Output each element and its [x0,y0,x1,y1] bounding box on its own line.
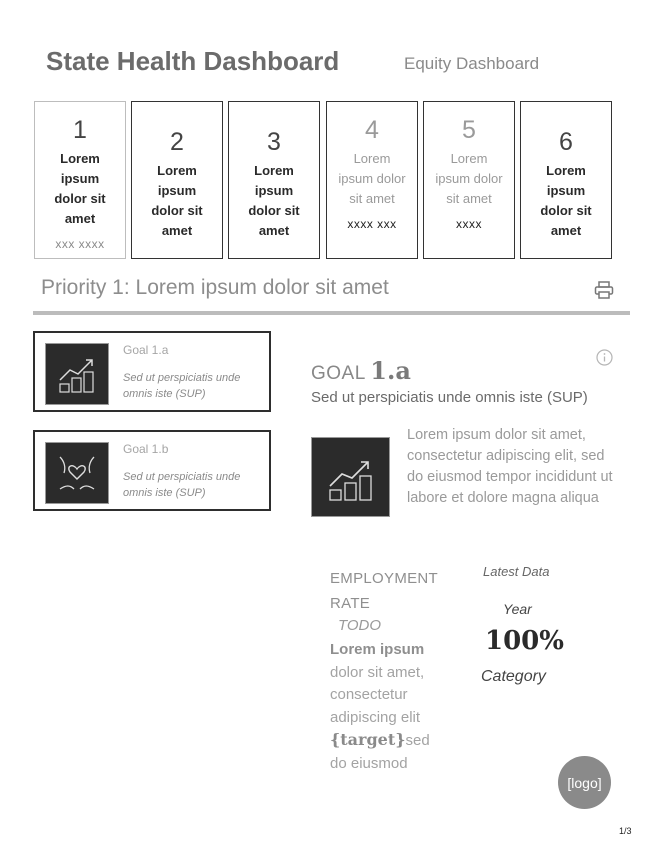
priority-label: Lorem ipsum dolor sit amet [151,163,203,238]
goal-heading: GOAL 1.a [311,356,411,385]
goal-detail-description: Sed ut perspiciatis unde omnis iste (SUP… [311,389,588,406]
growth-coins-icon [311,437,390,517]
page-number: 1/3 [619,826,632,836]
page-title: State Health Dashboard [46,46,340,76]
metric-todo: TODO [338,617,382,634]
priority-tab-2[interactable]: 2 Lorem ipsum dolor sit amet [131,101,223,259]
goal-label: Goal 1.b [123,442,169,456]
metric-value: 100% [485,626,564,656]
priority-number: 1 [73,116,87,144]
priority-tab-1[interactable]: 1 Lorem ipsum dolor sit amet xxx xxxx [34,101,126,259]
goal-word: GOAL [311,363,366,384]
priority-meta: xxxx [456,217,482,231]
priority-heading: Priority 1: Lorem ipsum dolor sit amet [41,276,389,299]
goal-card-1a[interactable]: Goal 1.a Sed ut perspiciatis unde omnis … [33,331,271,412]
latest-data-label: Latest Data [483,564,550,579]
growth-coins-icon [45,343,109,405]
metric-target: {target} [330,730,406,749]
priority-number: 4 [365,116,379,144]
priority-number: 5 [462,116,476,144]
goal-label: Goal 1.a [123,343,169,357]
priority-tab-6[interactable]: 6 Lorem ipsum dolor sit amet [520,101,612,259]
priority-tab-3[interactable]: 3 Lorem ipsum dolor sit amet [228,101,320,259]
priority-tabs: 1 Lorem ipsum dolor sit amet xxx xxxx 2 … [34,101,614,261]
priority-tab-5[interactable]: 5 Lorem ipsum dolor sit amet xxxx [423,101,515,259]
section-divider [33,311,630,315]
goal-number: 1.a [370,356,411,385]
priority-label: Lorem ipsum dolor sit amet [435,151,503,206]
priority-meta: xxxx xxx [347,217,397,231]
goal-card-1b[interactable]: Goal 1.b Sed ut perspiciatis unde omnis … [33,430,271,511]
metric-body: Lorem ipsum dolor sit amet, consectetur … [330,639,430,775]
priority-label: Lorem ipsum dolor sit amet [248,163,300,238]
category-label: Category [481,668,546,685]
metric-label: EMPLOYMENT RATE [330,570,438,612]
metric-body-text: dolor sit amet, consectetur adipiscing e… [330,663,425,726]
priority-number: 6 [559,128,573,156]
logo: [logo] [558,756,611,809]
priority-label: Lorem ipsum dolor sit amet [540,163,592,238]
equity-dashboard-link[interactable]: Equity Dashboard [404,54,539,74]
priority-label: Lorem ipsum dolor sit amet [338,151,406,206]
priority-label: Lorem ipsum dolor sit amet [54,151,106,226]
print-icon[interactable] [594,281,614,299]
goal-description: Sed ut perspiciatis unde omnis iste (SUP… [123,372,241,400]
priority-number: 3 [267,128,281,156]
year-label: Year [503,601,532,617]
info-icon[interactable] [596,349,613,366]
goal-detail-text: Lorem ipsum dolor sit amet, consectetur … [407,427,613,506]
goal-description: Sed ut perspiciatis unde omnis iste (SUP… [123,471,241,499]
priority-number: 2 [170,128,184,156]
priority-meta: xxx xxxx [55,237,105,251]
hands-heart-icon [45,442,109,504]
metric-body-strong: Lorem ipsum [330,641,425,658]
priority-tab-4[interactable]: 4 Lorem ipsum dolor sit amet xxxx xxx [326,101,418,259]
